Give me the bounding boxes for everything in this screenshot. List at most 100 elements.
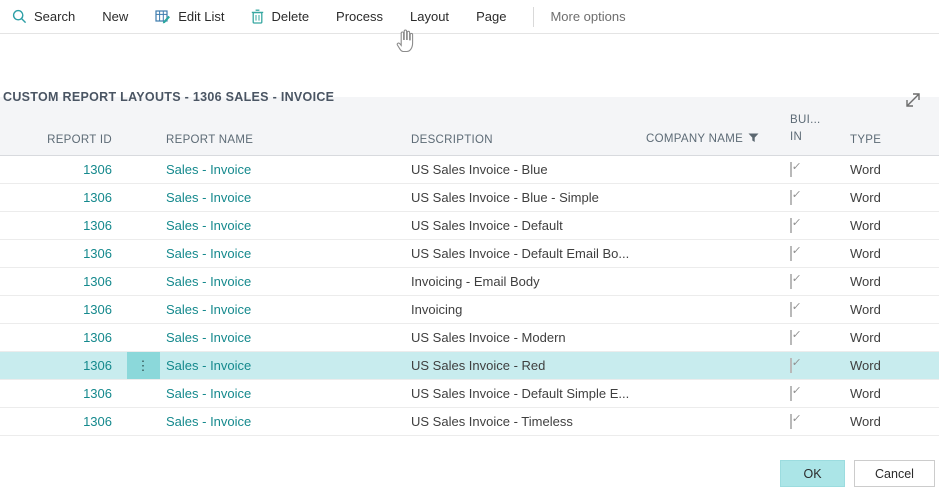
table-row[interactable]: 1306 ⋮ Sales - Invoice US Sales Invoice … [0,240,939,268]
row-handle-cell: ⋮ [120,240,166,267]
report-name-link[interactable]: Sales - Invoice [166,218,251,233]
report-id-link[interactable]: 1306 [83,162,112,177]
built-in-header-line1: BUI... [790,112,845,129]
vertical-ellipsis-icon[interactable]: ⋮ [127,352,160,379]
type-cell: Word [845,414,939,429]
report-layouts-table: REPORT ID REPORT NAME DESCRIPTION COMPAN… [0,97,939,436]
built-in-checkbox [790,414,792,429]
report-name-link[interactable]: Sales - Invoice [166,414,251,429]
report-name-link[interactable]: Sales - Invoice [166,386,251,401]
row-handle-cell: ⋮ [120,408,166,435]
row-handle-cell: ⋮ [120,352,166,379]
expand-diagonal-icon[interactable] [902,89,924,111]
table-body: 1306 ⋮ Sales - Invoice US Sales Invoice … [0,156,939,436]
edit-list-label: Edit List [178,9,224,24]
report-id-cell: 1306 [0,302,120,317]
report-name-link[interactable]: Sales - Invoice [166,302,251,317]
report-name-cell: Sales - Invoice [166,330,410,345]
table-row[interactable]: 1306 ⋮ Sales - Invoice US Sales Invoice … [0,408,939,436]
column-header-report-id[interactable]: REPORT ID [0,134,120,155]
built-in-cell [788,386,845,401]
page-menu[interactable]: Page [476,9,506,24]
built-in-cell [788,358,845,373]
description-cell: Invoicing [410,302,645,317]
report-id-link[interactable]: 1306 [83,274,112,289]
report-name-link[interactable]: Sales - Invoice [166,190,251,205]
ok-button[interactable]: OK [780,460,845,487]
action-toolbar: Search New Edit List Delete Process Layo… [0,0,939,34]
report-name-link[interactable]: Sales - Invoice [166,274,251,289]
report-id-cell: 1306 [0,330,120,345]
type-cell: Word [845,302,939,317]
built-in-checkbox [790,246,792,261]
report-id-link[interactable]: 1306 [83,414,112,429]
report-id-cell: 1306 [0,414,120,429]
column-header-report-name[interactable]: REPORT NAME [166,134,410,155]
report-name-link[interactable]: Sales - Invoice [166,358,251,373]
type-cell: Word [845,386,939,401]
table-row[interactable]: 1306 ⋮ Sales - Invoice US Sales Invoice … [0,352,939,380]
table-row[interactable]: 1306 ⋮ Sales - Invoice US Sales Invoice … [0,156,939,184]
table-row[interactable]: 1306 ⋮ Sales - Invoice US Sales Invoice … [0,184,939,212]
table-row[interactable]: 1306 ⋮ Sales - Invoice US Sales Invoice … [0,380,939,408]
description-cell: US Sales Invoice - Default [410,218,645,233]
edit-list-button[interactable]: Edit List [155,9,224,24]
built-in-cell [788,218,845,233]
built-in-cell [788,302,845,317]
table-row[interactable]: 1306 ⋮ Sales - Invoice Invoicing Word [0,296,939,324]
report-name-cell: Sales - Invoice [166,218,410,233]
cancel-button[interactable]: Cancel [854,460,935,487]
table-row[interactable]: 1306 ⋮ Sales - Invoice US Sales Invoice … [0,324,939,352]
description-cell: US Sales Invoice - Blue - Simple [410,190,645,205]
built-in-checkbox [790,386,792,401]
type-cell: Word [845,274,939,289]
page-label: Page [476,9,506,24]
report-id-link[interactable]: 1306 [83,218,112,233]
column-header-built-in[interactable]: BUI... IN [788,112,845,155]
row-handle-cell: ⋮ [120,212,166,239]
report-id-link[interactable]: 1306 [83,330,112,345]
report-id-link[interactable]: 1306 [83,246,112,261]
table-row[interactable]: 1306 ⋮ Sales - Invoice Invoicing - Email… [0,268,939,296]
report-name-link[interactable]: Sales - Invoice [166,162,251,177]
description-cell: US Sales Invoice - Default Email Bo... [410,246,645,261]
search-button[interactable]: Search [12,9,75,24]
search-icon [12,9,27,24]
report-id-link[interactable]: 1306 [83,358,112,373]
filter-funnel-icon [748,134,759,146]
report-name-cell: Sales - Invoice [166,246,410,261]
table-header-row: REPORT ID REPORT NAME DESCRIPTION COMPAN… [0,97,939,156]
description-cell: US Sales Invoice - Red [410,358,645,373]
new-button[interactable]: New [102,9,128,24]
report-id-link[interactable]: 1306 [83,190,112,205]
report-id-link[interactable]: 1306 [83,302,112,317]
report-name-link[interactable]: Sales - Invoice [166,246,251,261]
report-name-cell: Sales - Invoice [166,274,410,289]
built-in-cell [788,274,845,289]
column-header-company-name[interactable]: COMPANY NAME [645,133,788,155]
built-in-cell [788,246,845,261]
process-menu[interactable]: Process [336,9,383,24]
row-handle-cell: ⋮ [120,268,166,295]
built-in-cell [788,190,845,205]
column-header-spacer [120,146,166,155]
column-header-description[interactable]: DESCRIPTION [410,134,645,155]
type-cell: Word [845,358,939,373]
report-id-cell: 1306 [0,218,120,233]
row-handle-cell: ⋮ [120,184,166,211]
table-row[interactable]: 1306 ⋮ Sales - Invoice US Sales Invoice … [0,212,939,240]
page-title: CUSTOM REPORT LAYOUTS - 1306 SALES - INV… [3,90,334,104]
row-handle-cell: ⋮ [120,380,166,407]
delete-button[interactable]: Delete [251,9,309,24]
more-options-button[interactable]: More options [550,9,625,24]
row-handle-cell: ⋮ [120,324,166,351]
description-cell: US Sales Invoice - Timeless [410,414,645,429]
delete-label: Delete [271,9,309,24]
report-name-cell: Sales - Invoice [166,386,410,401]
column-header-type[interactable]: TYPE [845,134,939,155]
type-cell: Word [845,190,939,205]
report-name-link[interactable]: Sales - Invoice [166,330,251,345]
report-id-link[interactable]: 1306 [83,386,112,401]
built-in-checkbox [790,358,792,373]
layout-menu[interactable]: Layout [410,9,449,24]
